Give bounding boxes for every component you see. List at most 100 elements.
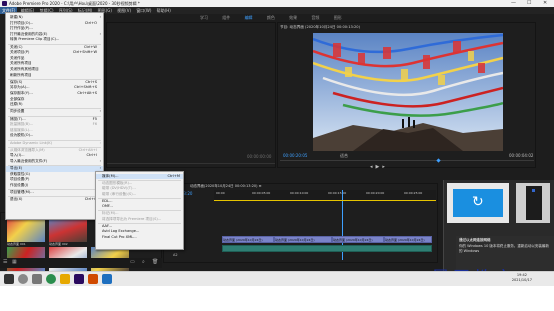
timeline-ruler[interactable]: 00:00 00:00:05:00 00:00:10:00 00:00:15:0…: [214, 190, 436, 200]
workspace-tab[interactable]: 组件: [222, 14, 230, 22]
program-monitor-title: 节目: 动态界面 (2020年10月24日 00:00:13:20): [280, 25, 361, 29]
project-toolbar: ☰ ▦ ▭ ⌕ 🗑: [0, 258, 162, 268]
app-icon[interactable]: [88, 274, 98, 284]
project-thumbnail[interactable]: [49, 218, 87, 242]
file-menu-item[interactable]: 同步设置 ›: [6, 109, 103, 115]
export-menu-item[interactable]: 将选择项导出为 Premiere 项目(S)...: [96, 217, 183, 222]
workspace-tab[interactable]: 颜色: [267, 14, 275, 22]
file-menu-item[interactable]: 设为脱机(O)...: [6, 133, 103, 139]
project-thumbnail[interactable]: [7, 218, 45, 242]
source-timebar[interactable]: [107, 163, 275, 164]
file-menu-item[interactable]: 导入最近使用的文件(F) ›: [6, 159, 103, 165]
submenu-arrow-icon: ›: [99, 140, 101, 145]
program-duration: 00:00:04:02: [509, 153, 534, 158]
export-menu-item-label: OMF...: [102, 204, 113, 209]
app-icon[interactable]: [102, 274, 112, 284]
ruler-tick: 00:00:15:00: [328, 191, 347, 195]
file-menu-item[interactable]: 退出(X) Ctrl+Q: [6, 197, 103, 203]
close-button[interactable]: ✕: [543, 0, 547, 7]
file-menu-dropdown: 新建(N) › 打开项目(O)... Ctrl+O 打开作品(P)... 打开最近使用的内…: [5, 12, 104, 220]
source-timecode-right: 00:00:00:00: [247, 154, 272, 159]
premiere-logo-icon: [2, 1, 7, 6]
file-menu-item-label: 还原(R): [10, 102, 23, 107]
file-menu-item-label: 同步设置: [10, 109, 25, 114]
file-menu-item-label: 设为脱机(O)...: [10, 133, 34, 138]
window-title: Adobe Premiere Pro 2020 - C:\用户\Hou\桌面\2…: [9, 1, 140, 6]
export-menu-item[interactable]: 媒体(M)... Ctrl+M: [96, 173, 183, 179]
video-clip[interactable]: 动态界面 (2020年10月24日): [332, 236, 384, 243]
file-menu-item[interactable]: 作品设置(J)›: [6, 183, 103, 189]
export-menu-item-label: 磁带 (串行设备)(S)...: [102, 191, 137, 196]
maximize-button[interactable]: ☐: [527, 0, 531, 7]
menu-view[interactable]: 视图(V): [115, 7, 133, 14]
source-monitor-panel: 00:00:00:00: [106, 22, 276, 168]
video-clip[interactable]: 动态界面 (2020年10月24日): [274, 236, 332, 243]
submenu-arrow-icon: ›: [99, 159, 101, 163]
file-menu-item[interactable]: 项目管理(M)...: [6, 190, 103, 196]
taskbar-clock[interactable]: 19:42 2021/10/17: [512, 273, 532, 282]
workspace-tab[interactable]: 学习: [200, 14, 208, 22]
file-menu-item[interactable]: 刷新所有项目: [6, 73, 103, 79]
file-menu-item[interactable]: Adobe Dynamic Link(K) ›: [6, 141, 103, 147]
file-menu-item-label: 退出(X): [10, 197, 23, 202]
file-menu-item[interactable]: 还原(R): [6, 102, 103, 108]
delete-icon[interactable]: 🗑: [152, 259, 158, 265]
audio-clip[interactable]: [222, 245, 432, 252]
step-forward-icon[interactable]: ▸: [382, 164, 388, 170]
file-menu-item-label: 作品设置(J): [10, 183, 29, 187]
windows-update-tile: ↻: [453, 189, 503, 217]
menu-help[interactable]: 帮助(H): [155, 7, 173, 14]
file-menu-item-label: 项目管理(M)...: [10, 190, 34, 195]
export-menu-item[interactable]: 磁带 (串行设备)(S)...: [96, 192, 183, 197]
workspace-tab[interactable]: 音频: [311, 14, 319, 22]
file-explorer-icon[interactable]: [60, 274, 70, 284]
workspace-tab[interactable]: 效果: [289, 14, 297, 22]
export-menu-item-shortcut: Ctrl+M: [167, 173, 180, 178]
work-area-bar[interactable]: [214, 200, 436, 201]
export-menu-item-label: Final Cut Pro XML...: [102, 234, 137, 239]
new-item-icon[interactable]: ▭: [130, 259, 135, 265]
file-menu-item-label: Adobe Dynamic Link(K): [10, 140, 53, 145]
program-fit-select[interactable]: 适合: [340, 153, 348, 159]
program-video-frame: [313, 33, 503, 151]
transport-controls: ◂▶▸: [370, 164, 450, 170]
window-title-bar: Adobe Premiere Pro 2020 - C:\用户\Hou\桌面\2…: [0, 0, 554, 7]
program-timecode[interactable]: 00:00:20:05: [283, 153, 307, 158]
task-view-icon[interactable]: [32, 274, 42, 284]
ruler-tick: 00:00:20:00: [366, 191, 385, 195]
pc-power-light: [532, 189, 535, 192]
notify-body: 你的 Windows 10 版本将终止服务。重新启动以安装最新的 Windows: [459, 244, 549, 253]
ruler-tick: 00:00:25:00: [404, 191, 423, 195]
workspace-tab[interactable]: 编辑: [245, 14, 253, 22]
file-menu-item-label: 刷新所有项目: [10, 72, 32, 77]
ruler-tick: 00:00: [216, 191, 225, 195]
video-clip[interactable]: 动态界面 (2020年10月24日): [222, 236, 274, 243]
bottom-margin: [0, 286, 554, 311]
program-timebar[interactable]: [280, 160, 534, 161]
timeline-tab[interactable]: 动态界面(2020年10月24日 00:00:13:20) ≡: [190, 184, 262, 189]
export-menu-item[interactable]: Final Cut Pro XML...: [96, 235, 183, 240]
video-clip[interactable]: 动态界面 (2020年10月24日): [384, 236, 432, 243]
ruler-tick: 00:00:10:00: [290, 191, 309, 195]
workspace-tabs: 学习 组件 编辑 颜色 效果 音频 图形: [200, 14, 370, 22]
track-label[interactable]: A2: [173, 253, 178, 257]
chrome-icon[interactable]: [46, 274, 56, 284]
computer-tower-image: [516, 183, 550, 223]
workspace-tab[interactable]: 图形: [334, 14, 342, 22]
submenu-arrow-icon: ›: [99, 109, 101, 114]
icon-view-icon[interactable]: ▦: [12, 259, 17, 265]
search-icon[interactable]: ⌕: [142, 259, 145, 265]
menu-window[interactable]: 窗口(W): [134, 7, 153, 14]
export-menu-item-label: 媒体(M)...: [102, 173, 119, 178]
search-icon[interactable]: [18, 274, 28, 284]
export-menu-item[interactable]: OMF...: [96, 204, 183, 209]
list-view-icon[interactable]: ☰: [3, 259, 7, 265]
video-preview-image: [313, 33, 503, 151]
minimize-button[interactable]: —: [511, 0, 516, 7]
export-submenu: 媒体(M)... Ctrl+M 动态图形模板(R)... 磁带 (DV/HDV)(T)…: [95, 171, 184, 250]
premiere-taskbar-icon[interactable]: [74, 274, 84, 284]
file-menu-item[interactable]: 转换 Premiere Clip 项目(C)...: [6, 37, 103, 43]
start-button-icon[interactable]: [4, 274, 14, 284]
project-item-label: 动态界面 001: [7, 242, 26, 246]
notify-title: 通过以太网连接网络: [459, 238, 491, 242]
